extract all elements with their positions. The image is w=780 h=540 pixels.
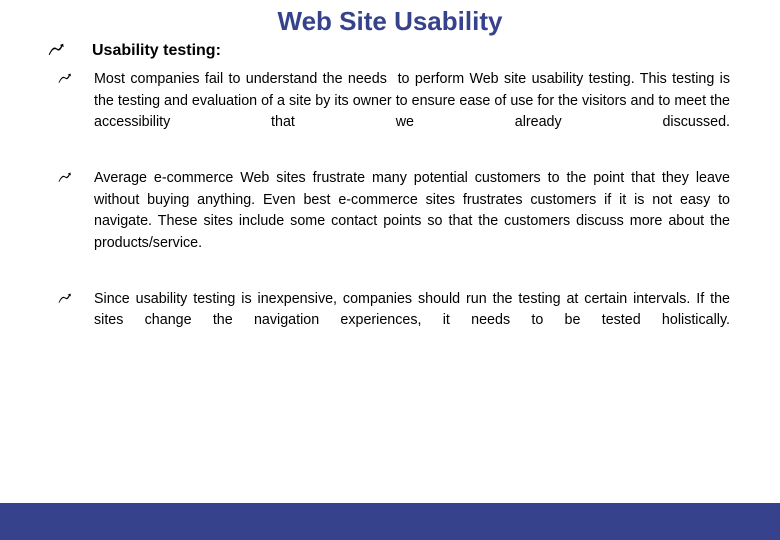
bullet-item-1: Most companies fail to understand the ne… (0, 69, 780, 155)
slide-body: Usability testing: Most companies fail t… (0, 40, 780, 366)
zigzag-arrow-bullet-icon (58, 69, 76, 91)
bullet-heading-label: Usability testing: (92, 42, 221, 59)
bullet-item-2: Average e-commerce Web sites frustrate m… (0, 168, 780, 276)
page-title: Web Site Usability (277, 6, 503, 36)
zigzag-arrow-bullet-icon (58, 168, 76, 190)
bullet-paragraph: Average e-commerce Web sites frustrate m… (94, 170, 734, 251)
bullet-paragraph: Most companies fail to understand the ne… (94, 71, 734, 130)
zigzag-arrow-bullet-icon (58, 289, 76, 311)
bullet-paragraph: Since usability testing is inexpensive, … (94, 290, 734, 329)
bullet-item-3: Since usability testing is inexpensive, … (0, 289, 780, 354)
footer-bar (0, 503, 780, 540)
slide: Web Site Usability Usability testing: Mo… (0, 0, 780, 540)
bullet-item-heading: Usability testing: (0, 40, 780, 62)
zigzag-arrow-bullet-icon (48, 40, 70, 62)
